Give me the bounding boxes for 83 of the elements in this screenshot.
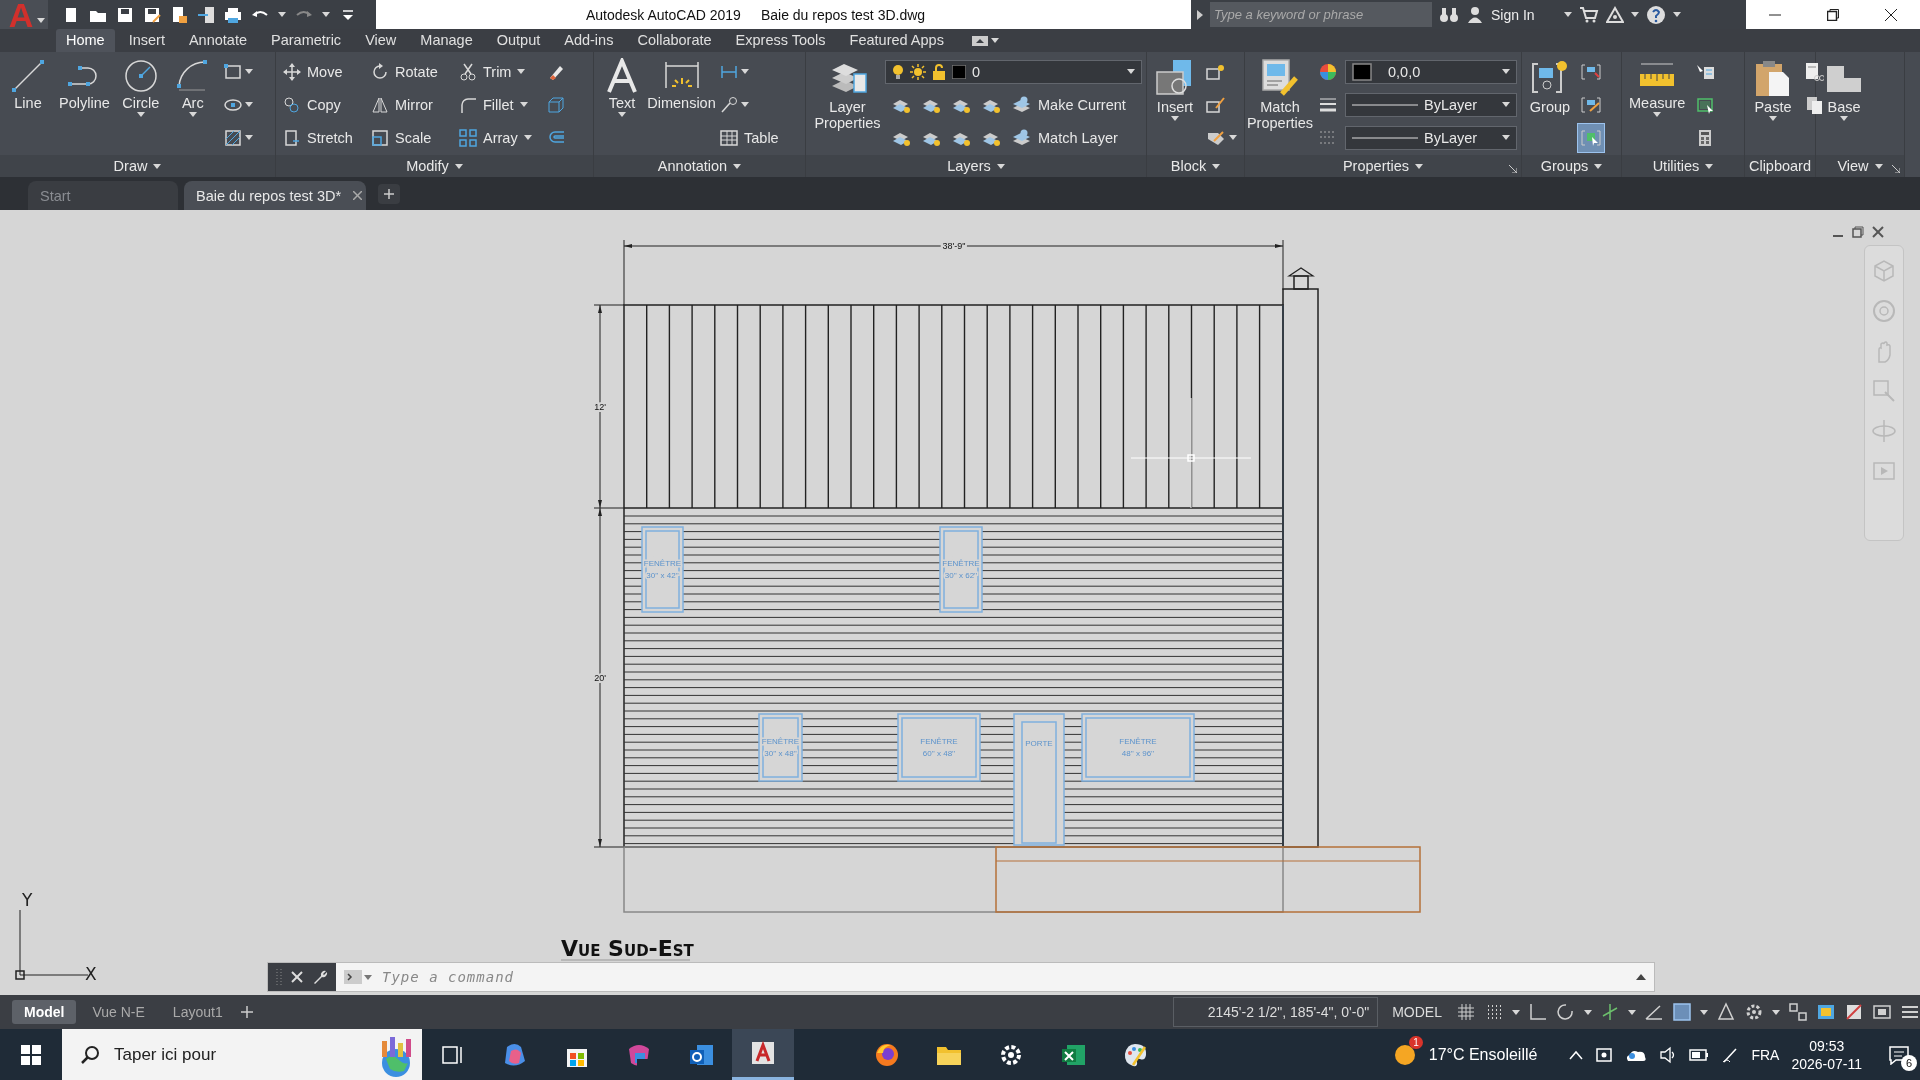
ribbon-button[interactable]: Arc <box>168 56 217 155</box>
panel-title[interactable]: Block <box>1147 155 1244 177</box>
ribbon-tab[interactable]: Insert <box>118 29 175 52</box>
ribbon-button[interactable]: Measure <box>1626 56 1689 155</box>
layer-dropdown[interactable]: 0 <box>885 59 1142 84</box>
tool-button[interactable]: Make Current <box>1009 90 1129 119</box>
file-tab[interactable]: Baie du repos test 3D* <box>184 181 366 210</box>
panel-title[interactable]: Draw <box>0 155 275 177</box>
ribbon-button[interactable]: Paste <box>1749 56 1797 155</box>
tool-button[interactable]: Array <box>456 123 540 152</box>
layout-tab[interactable]: Model <box>12 1000 77 1024</box>
panel-title[interactable]: View <box>1816 155 1904 177</box>
color-dropdown[interactable]: 0,0,0 <box>1345 59 1517 84</box>
panel-title[interactable]: Groups <box>1522 155 1621 177</box>
linetype-dropdown[interactable]: ByLayer <box>1345 125 1517 150</box>
layout-tab[interactable]: Vue N-E <box>80 1000 157 1024</box>
panel-title[interactable]: Modify <box>276 155 593 177</box>
tool-button[interactable]: Copy <box>280 90 364 119</box>
ribbon-button[interactable]: Line <box>4 56 52 155</box>
tool-button[interactable]: Move <box>280 57 364 86</box>
layout-tab[interactable]: Layout1 <box>160 1000 235 1024</box>
tool-button[interactable]: Match Layer <box>1009 123 1121 152</box>
ribbon-button[interactable]: Match Properties <box>1249 56 1311 155</box>
ribbon-tab[interactable]: Annotate <box>178 29 257 52</box>
panel-title[interactable]: Layers <box>806 155 1146 177</box>
sign-in-button[interactable]: Sign In <box>1491 6 1535 23</box>
window-size: 30'' x 48'' <box>764 748 797 758</box>
window-label: FENÊTRE <box>920 736 958 746</box>
tool-button[interactable]: Stretch <box>280 123 364 152</box>
window-size: 30'' x 42'' <box>646 570 679 580</box>
notification-badge: 1 <box>1409 1035 1423 1049</box>
axis-label: Y <box>22 890 33 910</box>
ribbon-tab[interactable]: Featured Apps <box>839 29 954 52</box>
window-label: FENÊTRE <box>643 558 682 568</box>
tool-button[interactable]: Table <box>717 123 801 152</box>
window-size: 48'' x 96'' <box>1121 748 1155 758</box>
clock-date[interactable]: 2026-07-11 <box>1791 1054 1862 1073</box>
ribbon-button[interactable]: Text <box>598 56 646 155</box>
tool-button[interactable]: Trim <box>456 57 540 86</box>
window-size: 30'' x 62'' <box>944 570 978 580</box>
tool-button[interactable]: Rotate <box>368 57 452 86</box>
panel-title[interactable]: Clipboard <box>1745 155 1815 177</box>
ribbon-tab[interactable]: View <box>355 29 407 52</box>
dimension-label: 12' <box>594 402 606 412</box>
linetype-dropdown[interactable]: ByLayer <box>1345 92 1517 117</box>
space-toggle[interactable]: MODEL <box>1386 1004 1448 1020</box>
tool-button[interactable]: Fillet <box>456 90 540 119</box>
panel-title[interactable]: Utilities <box>1622 155 1744 177</box>
ribbon-button[interactable]: Group <box>1526 56 1574 155</box>
window-label: FENÊTRE <box>942 558 980 568</box>
coordinates-readout: 2145'-2 1/2", 185'-4", 0'-0" <box>1172 997 1379 1027</box>
taskbar-search-field[interactable]: Taper ici pour <box>62 1029 422 1080</box>
ribbon-button[interactable]: Dimension <box>650 56 713 155</box>
weather-reading[interactable]: 17°C Ensoleillé <box>1428 1045 1538 1064</box>
ribbon-tab[interactable]: Manage <box>410 29 483 52</box>
clock-time[interactable]: 09:53 <box>1809 1036 1845 1055</box>
dimension-label: 38'-9" <box>942 241 966 251</box>
axis-label: X <box>85 964 97 984</box>
document-name: Baie du repos test 3D.dwg <box>760 6 926 23</box>
panel-title[interactable]: Properties <box>1245 155 1521 177</box>
ribbon-button[interactable]: Polyline <box>56 56 113 155</box>
ribbon-tab[interactable]: Home <box>56 29 115 52</box>
ribbon-button[interactable]: Insert <box>1151 56 1199 155</box>
ribbon-tab[interactable]: Collaborate <box>627 29 722 52</box>
tool-button[interactable]: Mirror <box>368 90 452 119</box>
input-language[interactable]: FRA <box>1751 1046 1780 1063</box>
view-title: Vue Sud-Est <box>561 936 694 961</box>
window-label: FENÊTRE <box>761 736 800 746</box>
window-size: 60'' x 48'' <box>922 748 956 758</box>
notification-count: 6 <box>1901 1054 1917 1071</box>
ribbon-button[interactable]: Circle <box>116 56 165 155</box>
panel-title[interactable]: Annotation <box>594 155 805 177</box>
ribbon-tab[interactable]: Parametric <box>261 29 352 52</box>
door-label: PORTE <box>1025 739 1053 748</box>
window-title: Autodesk AutoCAD 2019 <box>586 6 741 23</box>
ribbon-button[interactable]: Layer Properties <box>810 56 885 155</box>
tool-button[interactable]: Scale <box>368 123 452 152</box>
ribbon-tab[interactable]: Add-ins <box>554 29 624 52</box>
dimension-label: 20' <box>594 673 606 683</box>
window-label: FENÊTRE <box>1119 736 1157 746</box>
ribbon-tab[interactable]: Output <box>486 29 551 52</box>
ribbon-button[interactable]: Base <box>1820 56 1868 155</box>
ribbon-tab[interactable]: Express Tools <box>725 29 836 52</box>
